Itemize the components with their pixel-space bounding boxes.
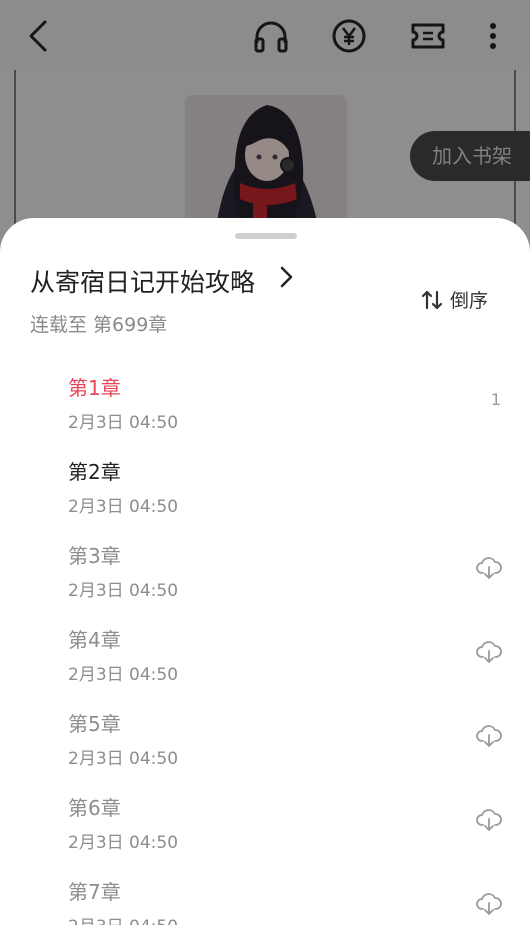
sort-label: 倒序 bbox=[450, 290, 489, 312]
chapter-title: 第5章 bbox=[68, 712, 121, 736]
chapter-title: 第4章 bbox=[68, 628, 121, 652]
add-to-shelf-button[interactable]: 加入书架 bbox=[410, 131, 530, 181]
cover-illustration bbox=[185, 95, 347, 235]
chapter-date: 2月3日 04:50 bbox=[68, 833, 179, 853]
chapter-title: 第1章 bbox=[68, 376, 121, 400]
more-vertical-icon bbox=[490, 23, 496, 49]
yen-coin-icon bbox=[332, 19, 366, 53]
current-marker: 1 bbox=[490, 390, 501, 409]
chapter-title: 第6章 bbox=[68, 796, 121, 820]
chapter-list-sheet: 从寄宿日记开始攻略 连载至 第699章 倒序 第1章 2月3日 04:50 1 … bbox=[0, 218, 530, 925]
chapter-row[interactable]: 第2章 2月3日 04:50 bbox=[0, 456, 530, 540]
chapter-date: 2月3日 04:50 bbox=[68, 497, 179, 517]
book-title[interactable]: 从寄宿日记开始攻略 bbox=[30, 263, 255, 299]
chapter-row[interactable]: 第7章 2月3日 04:50 bbox=[0, 876, 530, 925]
cloud-download-icon[interactable] bbox=[476, 724, 502, 752]
page-frame-left bbox=[14, 70, 16, 230]
chapter-row[interactable]: 第3章 2月3日 04:50 bbox=[0, 540, 530, 624]
more-button[interactable] bbox=[471, 14, 515, 58]
ticket-icon bbox=[411, 23, 445, 49]
cloud-download-icon[interactable] bbox=[476, 808, 502, 836]
chapter-date: 2月3日 04:50 bbox=[68, 912, 178, 925]
chapter-title: 第2章 bbox=[68, 460, 121, 484]
chapter-date: 2月3日 04:50 bbox=[68, 581, 179, 601]
sort-toggle-button[interactable]: 倒序 bbox=[420, 286, 488, 313]
chapter-date: 2月3日 04:50 bbox=[68, 749, 179, 769]
sort-arrows-icon bbox=[421, 290, 443, 309]
chapter-row[interactable]: 第1章 2月3日 04:50 1 bbox=[0, 372, 530, 456]
headphones-icon bbox=[254, 21, 288, 53]
book-cover[interactable] bbox=[185, 95, 347, 235]
top-bar bbox=[0, 0, 530, 70]
chapter-row[interactable]: 第5章 2月3日 04:50 bbox=[0, 708, 530, 792]
chapter-row[interactable]: 第6章 2月3日 04:50 bbox=[0, 792, 530, 876]
cloud-download-icon[interactable] bbox=[476, 556, 502, 584]
chapter-row[interactable]: 第4章 2月3日 04:50 bbox=[0, 624, 530, 708]
chapter-date: 2月3日 04:50 bbox=[68, 413, 179, 433]
listen-button[interactable] bbox=[249, 14, 293, 58]
back-button[interactable] bbox=[16, 14, 60, 58]
chapter-title: 第3章 bbox=[68, 544, 121, 568]
ticket-button[interactable] bbox=[406, 14, 450, 58]
chevron-right-icon[interactable] bbox=[277, 264, 295, 294]
coin-button[interactable] bbox=[327, 14, 371, 58]
sheet-drag-handle[interactable] bbox=[235, 233, 297, 239]
serial-status: 连载至 第699章 bbox=[30, 314, 168, 336]
cloud-download-icon[interactable] bbox=[476, 640, 502, 668]
chevron-left-icon bbox=[29, 20, 47, 52]
chapter-date: 2月3日 04:50 bbox=[68, 665, 179, 685]
cloud-download-icon[interactable] bbox=[476, 892, 502, 920]
chapter-title: 第7章 bbox=[68, 880, 121, 904]
